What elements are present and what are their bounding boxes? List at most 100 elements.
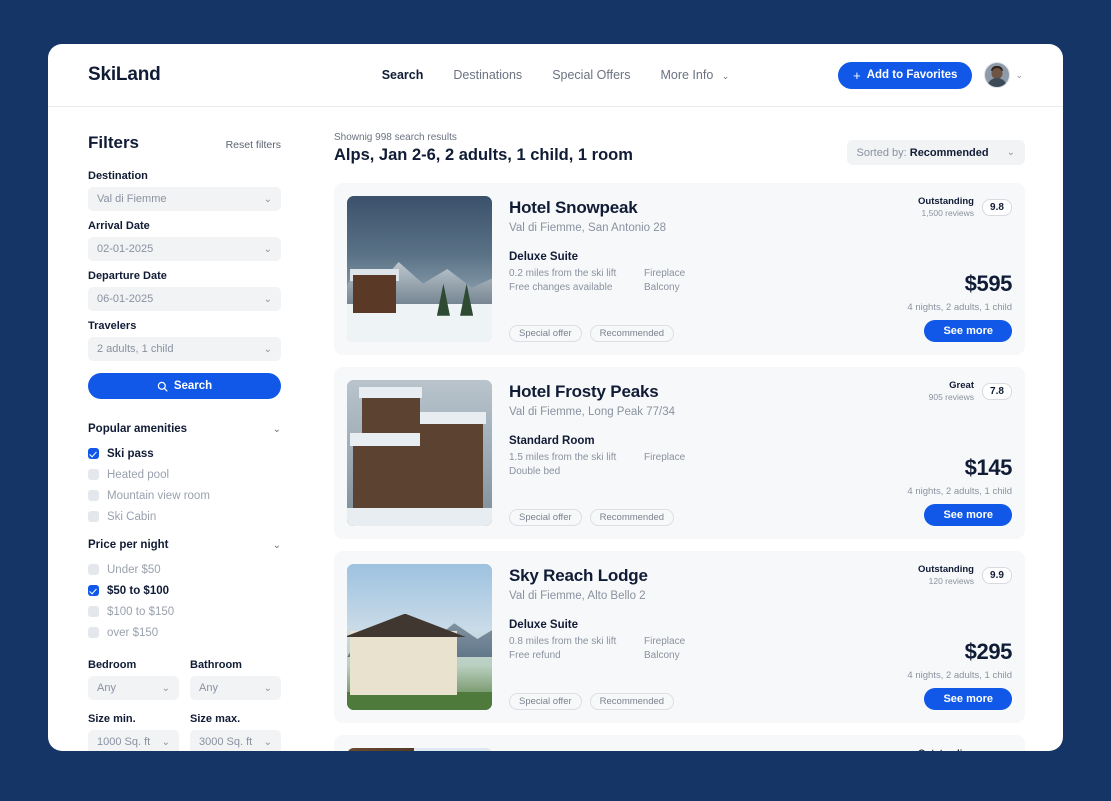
nav-item-more-info[interactable]: More Info ⌄ [660, 68, 729, 82]
top-navigation-bar: SkiLand Search Destinations Special Offe… [48, 44, 1063, 107]
results-panel: Shownig 998 search results Alps, Jan 2-6… [334, 107, 1063, 751]
rating-score: 9.8 [982, 198, 1012, 216]
filter-option-heated-pool[interactable]: Heated pool [88, 464, 334, 485]
size-max-select[interactable]: 3000 Sq. ft ⌄ [190, 730, 281, 751]
group-popular-amenities-header[interactable]: Popular amenities ⌄ [88, 423, 281, 435]
nav-item-more-info-label: More Info [660, 68, 714, 82]
chevron-down-icon: ⌄ [263, 343, 272, 355]
bathroom-select[interactable]: Any ⌄ [190, 676, 281, 700]
hotel-features: 0.2 miles from the ski lift Fireplace Fr… [509, 268, 809, 293]
size-min-select[interactable]: 1000 Sq. ft ⌄ [88, 730, 179, 751]
bathroom-label: Bathroom [190, 659, 242, 671]
size-max-value: 3000 Sq. ft [199, 736, 253, 748]
price: $145 [964, 455, 1013, 480]
checkbox-checked-icon [88, 585, 99, 596]
chevron-down-icon: ⌄ [263, 736, 272, 748]
user-menu[interactable]: ⌄ [984, 62, 1023, 88]
hotel-features: 0.8 miles from the ski lift Fireplace Fr… [509, 636, 809, 661]
filter-option-ski-pass[interactable]: Ski pass [88, 443, 334, 464]
tag-special-offer[interactable]: Special offer [509, 693, 582, 710]
nav-item-search[interactable]: Search [382, 68, 424, 82]
filter-option-label: Ski pass [107, 447, 154, 460]
rating-badge: Outstanding 1,500 reviews 9.8 [918, 196, 1012, 218]
tag-special-offer[interactable]: Special offer [509, 325, 582, 342]
see-more-button[interactable]: See more [924, 320, 1012, 342]
group-price-per-night-header[interactable]: Price per night ⌄ [88, 539, 281, 551]
rating-badge: Great 905 reviews 7.8 [929, 380, 1012, 402]
hotel-tags: Special offer Recommended [509, 693, 675, 710]
hotel-results-list: Hotel Snowpeak Val di Fiemme, San Antoni… [334, 183, 1025, 751]
filter-option-label: $100 to $150 [107, 605, 175, 618]
room-size-row-1: Bedroom Any ⌄ Bathroom Any ⌄ [88, 659, 281, 709]
travelers-value: 2 adults, 1 child [97, 343, 174, 355]
feature-item: Double bed [509, 466, 561, 477]
arrival-date-select[interactable]: 02-01-2025 ⌄ [88, 237, 281, 261]
hotel-thumbnail [347, 748, 492, 751]
see-more-button[interactable]: See more [924, 688, 1012, 710]
hotel-card[interactable]: Hotel Snowpeak Val di Fiemme, San Antoni… [334, 183, 1025, 355]
rating-badge: Outstanding 6,670 reviews 9.8 [918, 748, 1012, 751]
search-button-label: Search [173, 380, 213, 392]
tag-recommended[interactable]: Recommended [589, 693, 675, 710]
filter-option-ski-cabin[interactable]: Ski Cabin [88, 506, 334, 527]
chevron-down-icon: ⌄ [272, 423, 281, 435]
checkbox-unchecked-icon [88, 564, 99, 575]
bathroom-value: Any [199, 682, 218, 694]
filter-option-label: $50 to $100 [107, 584, 170, 597]
checkbox-unchecked-icon [88, 627, 99, 638]
nav-item-special-offers[interactable]: Special Offers [552, 68, 630, 82]
group-price-per-night-title: Price per night [88, 539, 169, 551]
tag-recommended[interactable]: Recommended [589, 325, 675, 342]
filter-option-mountain-view-room[interactable]: Mountain view room [88, 485, 334, 506]
sort-by-value: Recommended [909, 146, 989, 159]
hotel-address: Val di Fiemme, Long Peak 77/34 [509, 406, 675, 418]
sort-by-select[interactable]: Sorted by: Recommended ⌄ [846, 140, 1025, 165]
filter-option-label: Under $50 [107, 563, 161, 576]
filter-option-50-to-100[interactable]: $50 to $100 [88, 580, 334, 601]
tag-special-offer[interactable]: Special offer [509, 509, 582, 526]
hotel-card[interactable]: Snowy Haven Hotel Outstanding 6,670 revi… [334, 735, 1025, 751]
price-details: 4 nights, 2 adults, 1 child [907, 486, 1012, 497]
departure-date-select[interactable]: 06-01-2025 ⌄ [88, 287, 281, 311]
rating-word: Outstanding [918, 196, 974, 207]
price-block: $145 4 nights, 2 adults, 1 child See mor… [782, 455, 1012, 526]
bedroom-label: Bedroom [88, 659, 137, 671]
filter-option-100-to-150[interactable]: $100 to $150 [88, 601, 334, 622]
travelers-select[interactable]: 2 adults, 1 child ⌄ [88, 337, 281, 361]
filter-option-under-50[interactable]: Under $50 [88, 559, 334, 580]
hotel-thumbnail [347, 380, 492, 526]
filter-option-label: Ski Cabin [107, 510, 157, 523]
add-to-favorites-label: Add to Favorites [866, 69, 958, 81]
chevron-down-icon: ⌄ [272, 539, 281, 551]
hotel-card[interactable]: Hotel Frosty Peaks Val di Fiemme, Long P… [334, 367, 1025, 539]
checkbox-unchecked-icon [88, 511, 99, 522]
avatar [984, 62, 1011, 88]
checkbox-unchecked-icon [88, 469, 99, 480]
group-popular-amenities-title: Popular amenities [88, 423, 188, 435]
nav-item-destinations[interactable]: Destinations [453, 68, 522, 82]
destination-select[interactable]: Val di Fiemme ⌄ [88, 187, 281, 211]
price-details: 4 nights, 2 adults, 1 child [907, 302, 1012, 313]
brand-logo[interactable]: SkiLand [88, 64, 161, 86]
nav-right-group: + Add to Favorites ⌄ [838, 61, 1023, 89]
rating-score: 7.8 [982, 382, 1012, 400]
review-count: 120 reviews [928, 576, 974, 586]
plus-icon: + [853, 67, 861, 83]
results-query-title: Alps, Jan 2-6, 2 adults, 1 child, 1 room [334, 146, 633, 164]
bedroom-select[interactable]: Any ⌄ [88, 676, 179, 700]
add-to-favorites-button[interactable]: + Add to Favorites [838, 61, 973, 89]
hotel-card[interactable]: Sky Reach Lodge Val di Fiemme, Alto Bell… [334, 551, 1025, 723]
size-min-label: Size min. [88, 713, 136, 725]
price-block: $595 4 nights, 2 adults, 1 child See mor… [782, 271, 1012, 342]
filter-option-over-150[interactable]: over $150 [88, 622, 334, 643]
reset-filters-link[interactable]: Reset filters [226, 139, 281, 151]
results-count: Shownig 998 search results [334, 132, 457, 143]
tag-recommended[interactable]: Recommended [589, 509, 675, 526]
see-more-button[interactable]: See more [924, 504, 1012, 526]
app-window: SkiLand Search Destinations Special Offe… [48, 44, 1063, 751]
page-body: Filters Reset filters Destination Val di… [48, 107, 1063, 751]
feature-item: Free refund [509, 650, 561, 661]
search-button[interactable]: Search [88, 373, 281, 399]
chevron-down-icon: ⌄ [1006, 147, 1015, 158]
departure-date-value: 06-01-2025 [97, 293, 154, 305]
